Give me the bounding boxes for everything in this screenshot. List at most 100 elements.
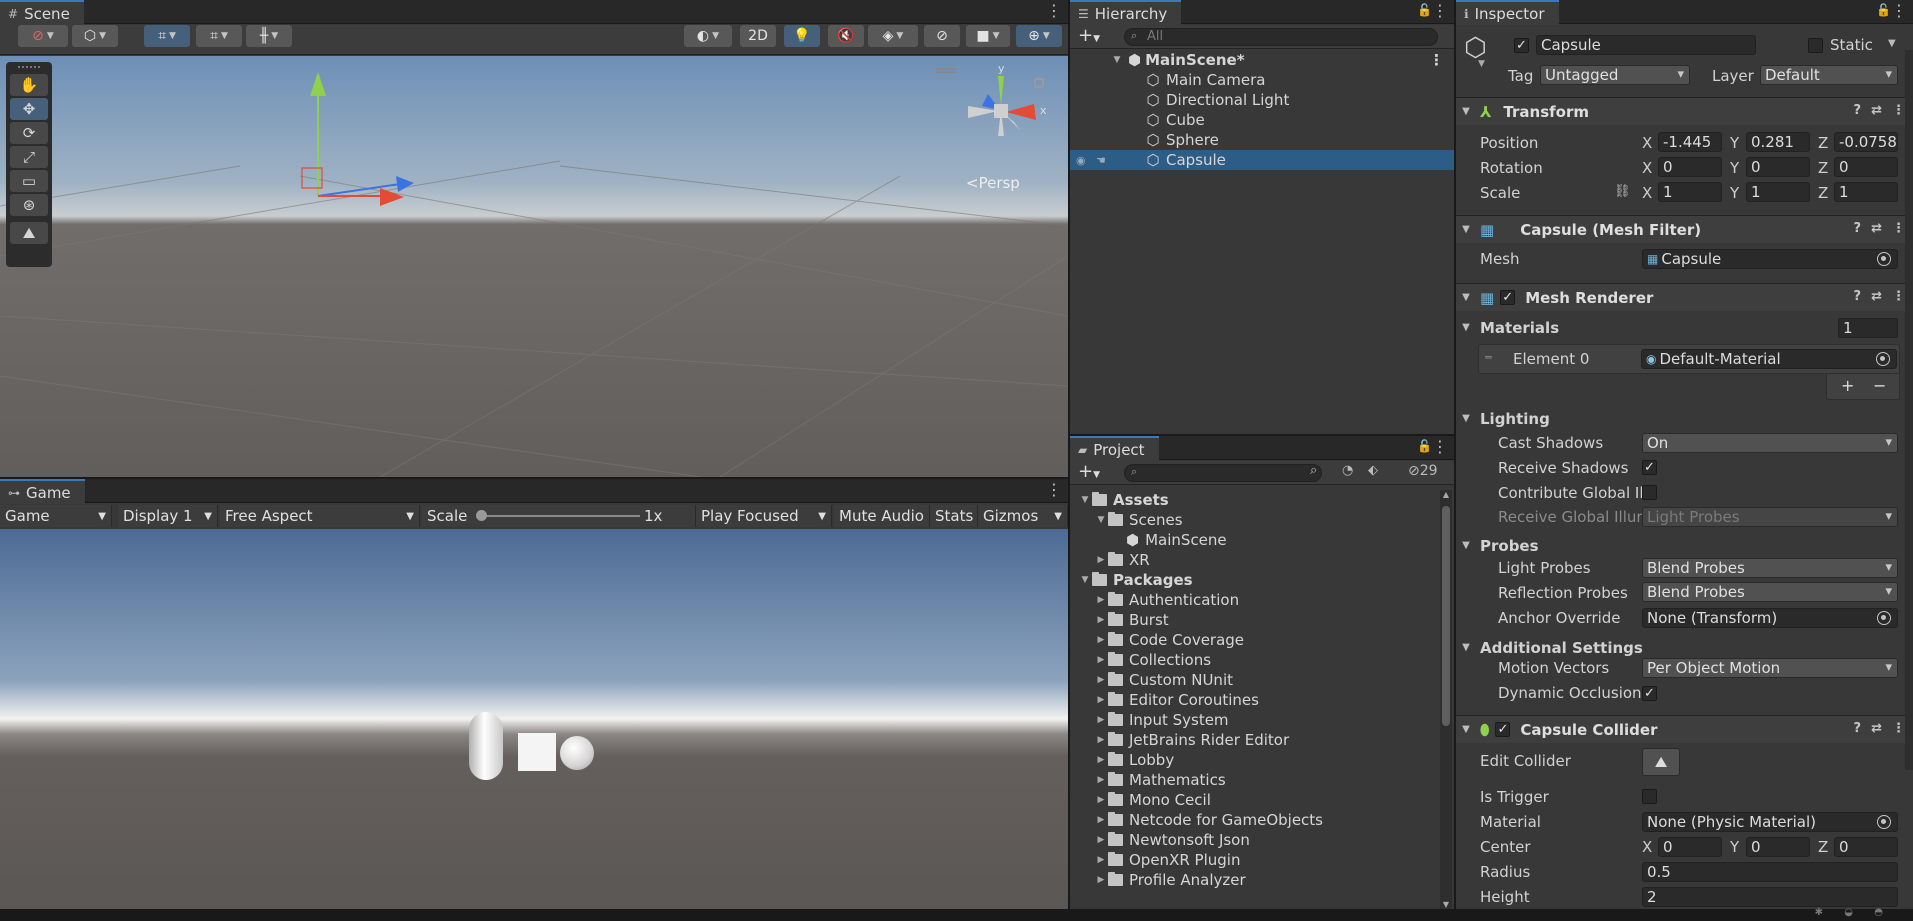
move-tool-button[interactable]: ✥ (10, 98, 48, 120)
label-tag-icon[interactable]: ⬖ (1368, 463, 1378, 478)
scale-tool-button[interactable]: ⤢ (10, 146, 48, 168)
add-object-button[interactable]: +▼ (1078, 25, 1100, 46)
effects-button[interactable]: ◈ ▼ (868, 25, 918, 47)
foldout-arrow-icon[interactable]: ▼ (1458, 292, 1474, 303)
tool-settings-button[interactable]: ⊘ ▼ (18, 25, 68, 47)
scale-z-field[interactable]: 1 (1834, 182, 1898, 202)
gizmos-dropdown[interactable]: Gizmos ▼ (978, 505, 1068, 527)
component-menu-icon[interactable]: ⋮ (1892, 721, 1905, 736)
edit-collider-button[interactable]: ⛰ (1642, 748, 1680, 776)
rotation-z-field[interactable]: 0 (1834, 157, 1898, 177)
custom-tool-button[interactable]: ⛰ (10, 222, 48, 244)
scale-x-field[interactable]: 1 (1658, 182, 1722, 202)
create-asset-button[interactable]: +▼ (1078, 461, 1100, 482)
mesh-renderer-header[interactable]: ▼ ▦ ✓ Mesh Renderer ? ⇄ ⋮ (1456, 283, 1913, 311)
overlay-menu-icon[interactable] (936, 68, 956, 73)
hierarchy-scene-row[interactable]: ▼ ⬢ MainScene* ⋮ (1070, 50, 1454, 70)
constrain-proportions-icon[interactable]: ⛓ (1614, 184, 1631, 199)
audio-toggle[interactable]: 🔇 (828, 25, 864, 47)
expand-arrow-icon[interactable]: ▼ (1110, 55, 1124, 65)
scroll-up-icon[interactable]: ▲ (1440, 490, 1452, 499)
display-dropdown[interactable]: Display 1 ▼ (118, 505, 218, 527)
tree-package-item[interactable]: ▶ Collections (1070, 650, 1434, 670)
radius-field[interactable]: 0.5 (1642, 862, 1898, 882)
mesh-renderer-enabled-checkbox[interactable]: ✓ (1500, 290, 1516, 305)
scene-menu-icon[interactable]: ⋮ (1429, 51, 1444, 69)
tree-package-item[interactable]: ▶ Burst (1070, 610, 1434, 630)
preset-icon[interactable]: ⇄ (1871, 103, 1882, 118)
transform-header[interactable]: ▼ ⅄ Transform ? ⇄ ⋮ (1456, 97, 1913, 125)
expand-arrow-icon[interactable]: ▼ (1094, 515, 1108, 525)
tree-package-item[interactable]: ▶ Editor Coroutines (1070, 690, 1434, 710)
scale-thumb[interactable] (476, 510, 487, 521)
rotate-tool-button[interactable]: ⟳ (10, 122, 48, 144)
layer-dropdown[interactable]: Default (1760, 65, 1898, 85)
tree-package-item[interactable]: ▶ Input System (1070, 710, 1434, 730)
expand-arrow-icon[interactable]: ▼ (1078, 495, 1092, 505)
mute-audio-button[interactable]: Mute Audio (834, 505, 930, 527)
hidden-packages-toggle[interactable]: ⊘29 (1408, 463, 1438, 479)
tree-package-item[interactable]: ▶ Lobby (1070, 750, 1434, 770)
filter-type-icon[interactable]: ◔ (1342, 463, 1353, 478)
foldout-arrow-icon[interactable]: ▼ (1458, 106, 1474, 117)
grid-visibility-button[interactable]: ╫ ▼ (246, 25, 292, 47)
component-menu-icon[interactable]: ⋮ (1892, 289, 1905, 304)
lighting-foldout-icon[interactable]: ▼ (1458, 413, 1474, 424)
tab-inspector[interactable]: ℹ Inspector (1456, 0, 1559, 25)
expand-arrow-icon[interactable]: ▶ (1094, 835, 1108, 845)
tree-package-item[interactable]: ▶ Mathematics (1070, 770, 1434, 790)
foldout-arrow-icon[interactable]: ▼ (1458, 224, 1474, 235)
expand-arrow-icon[interactable]: ▶ (1094, 815, 1108, 825)
visibility-eye-icon[interactable]: ◉ (1076, 154, 1086, 167)
expand-arrow-icon[interactable]: ▶ (1094, 735, 1108, 745)
static-checkbox[interactable] (1808, 38, 1823, 53)
inspector-menu-icon[interactable]: ⋮ (1891, 3, 1907, 19)
expand-arrow-icon[interactable]: ▶ (1094, 755, 1108, 765)
lock-icon[interactable]: 🔓 (1417, 439, 1432, 453)
drag-handle-icon[interactable]: ═ (1485, 351, 1492, 364)
game-viewport[interactable] (0, 529, 1068, 909)
materials-foldout-icon[interactable]: ▼ (1458, 322, 1474, 333)
object-name-field[interactable]: Capsule (1536, 35, 1756, 55)
tag-dropdown[interactable]: Untagged (1540, 65, 1690, 85)
progress-icon[interactable]: ◓ (1874, 907, 1883, 918)
scale-slider[interactable]: Scale 1x (422, 505, 696, 527)
stats-button[interactable]: Stats (930, 505, 978, 527)
is-trigger-checkbox[interactable] (1642, 789, 1657, 804)
collider-enabled-checkbox[interactable]: ✓ (1495, 722, 1511, 737)
tab-game[interactable]: ⊶ Game (0, 479, 85, 504)
expand-arrow-icon[interactable]: ▶ (1094, 715, 1108, 725)
foldout-arrow-icon[interactable]: ▼ (1458, 724, 1474, 735)
reflection-probes-dropdown[interactable]: Blend Probes (1642, 582, 1898, 602)
network-icon[interactable]: ◒ (1844, 907, 1853, 918)
position-y-field[interactable]: 0.281 (1746, 132, 1810, 152)
tree-assets[interactable]: ▼ Assets (1070, 490, 1434, 510)
lock-icon[interactable]: 🔓 (1876, 3, 1891, 17)
hierarchy-item[interactable]: ⬡ Sphere (1070, 130, 1454, 150)
hidden-objects-toggle[interactable]: ⊘ (924, 25, 960, 47)
object-picker-icon[interactable] (1877, 611, 1891, 625)
help-icon[interactable]: ? (1854, 103, 1862, 118)
center-x-field[interactable]: 0 (1658, 837, 1722, 857)
draw-mode-button[interactable]: ◐ ▼ (684, 25, 732, 47)
hand-tool-button[interactable]: ✋ (10, 74, 48, 96)
hierarchy-item-selected[interactable]: ◉ ☚ ⬡ Capsule (1070, 150, 1454, 170)
tree-scenes[interactable]: ▼ Scenes (1070, 510, 1434, 530)
position-x-field[interactable]: -1.445 (1658, 132, 1722, 152)
component-menu-icon[interactable]: ⋮ (1892, 221, 1905, 236)
rect-tool-button[interactable]: ▭ (10, 170, 48, 192)
projection-toggle[interactable]: <Persp (966, 174, 1020, 192)
scene-menu-icon[interactable]: ⋮ (1046, 3, 1062, 19)
tree-package-item[interactable]: ▶ Custom NUnit (1070, 670, 1434, 690)
grid-snap-button[interactable]: ⌗ ▼ (144, 25, 190, 47)
add-element-button[interactable]: + (1841, 376, 1854, 395)
cast-shadows-dropdown[interactable]: On (1642, 433, 1898, 453)
receive-shadows-checkbox[interactable]: ✓ (1642, 460, 1657, 475)
chevron-down-icon[interactable]: ▼ (1478, 59, 1485, 69)
tab-project[interactable]: ▰ Project (1070, 436, 1159, 461)
object-picker-icon[interactable] (1877, 252, 1891, 266)
tree-package-item[interactable]: ▶ Netcode for GameObjects (1070, 810, 1434, 830)
lock-view-icon[interactable] (1034, 78, 1044, 88)
expand-arrow-icon[interactable]: ▶ (1094, 795, 1108, 805)
scene-viewport[interactable]: ✋ ✥ ⟳ ⤢ ▭ ⊛ ⛰ y x <Persp (0, 56, 1068, 477)
